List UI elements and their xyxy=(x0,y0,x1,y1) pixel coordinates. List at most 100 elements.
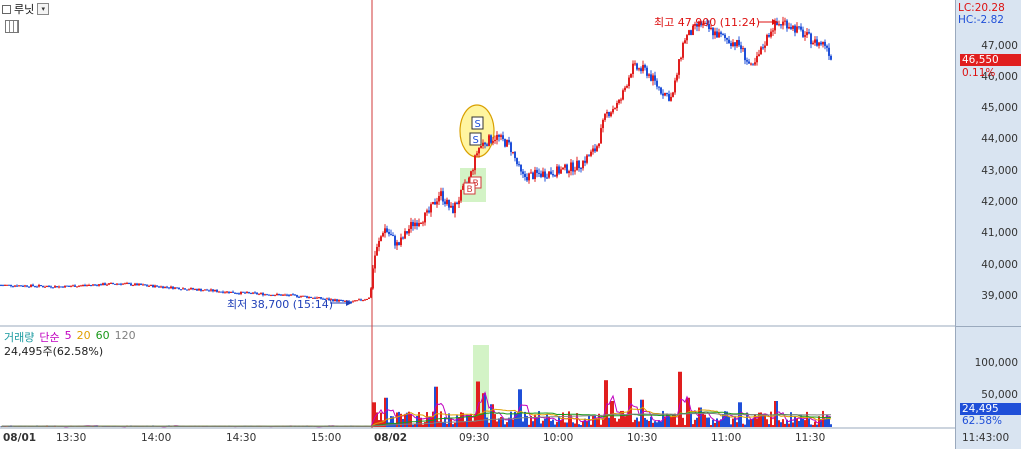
candle xyxy=(458,200,460,205)
candle xyxy=(748,61,750,64)
candle xyxy=(592,148,594,152)
candle xyxy=(556,166,558,177)
candle xyxy=(276,293,278,296)
candle xyxy=(88,284,90,286)
candle xyxy=(288,295,290,297)
candle xyxy=(488,135,490,146)
candle xyxy=(750,63,752,65)
candle xyxy=(426,210,428,213)
candle xyxy=(36,286,38,288)
candle xyxy=(546,177,548,179)
candle xyxy=(184,288,186,290)
candle xyxy=(658,86,660,88)
candle xyxy=(752,63,754,65)
candle xyxy=(714,31,716,36)
candle xyxy=(540,173,542,177)
chart-canvas: S S B B 최고 47,900 (11:24) 최저 38,700 (15:… xyxy=(0,0,1021,429)
candle xyxy=(476,153,478,156)
candle xyxy=(402,237,404,239)
candle xyxy=(554,175,556,177)
candle xyxy=(406,231,408,234)
candle xyxy=(220,291,222,293)
candle xyxy=(828,47,830,56)
volume-bar xyxy=(436,386,438,427)
ma-period-120[interactable]: 120 xyxy=(115,329,136,345)
volume-bar xyxy=(568,411,570,427)
volume-bar xyxy=(748,419,750,427)
candle xyxy=(518,164,520,166)
candle xyxy=(596,146,598,152)
candle xyxy=(42,285,44,287)
candle xyxy=(94,284,96,286)
candle xyxy=(114,283,116,285)
candle xyxy=(416,222,418,227)
candle xyxy=(82,285,84,287)
candle xyxy=(34,286,36,288)
candle xyxy=(550,171,552,175)
candle xyxy=(206,289,208,291)
candle xyxy=(738,40,740,46)
candle xyxy=(742,48,744,50)
candle xyxy=(452,205,454,214)
sell-signal-label: S xyxy=(475,119,481,130)
candle xyxy=(780,24,782,26)
volume-bar xyxy=(622,410,624,427)
candle xyxy=(796,26,798,33)
candle xyxy=(502,135,504,140)
candle xyxy=(758,54,760,56)
candle xyxy=(98,284,100,286)
candle xyxy=(800,26,802,30)
volume-bar xyxy=(560,420,562,427)
candle xyxy=(768,34,770,37)
candle xyxy=(760,47,762,55)
candle xyxy=(520,164,522,172)
candle xyxy=(182,288,184,290)
dropdown-icon[interactable]: ▾ xyxy=(37,3,50,15)
candle xyxy=(610,112,612,117)
lc-label: LC:20.28 xyxy=(958,2,1005,14)
volume-bar xyxy=(772,425,774,427)
volume-bar xyxy=(644,417,646,427)
candle xyxy=(368,297,370,300)
volume-bar xyxy=(512,419,514,427)
chart-window-icon[interactable] xyxy=(2,4,11,14)
candle xyxy=(422,222,424,224)
volume-bar xyxy=(476,381,478,427)
chart-title-bar: 루닛 ▾ xyxy=(2,2,50,16)
volume-bar xyxy=(614,418,616,427)
candle xyxy=(822,41,824,45)
candle xyxy=(734,42,736,47)
candle xyxy=(360,299,362,301)
candle xyxy=(552,174,554,176)
price-axis[interactable]: LC:20.28 HC:-2.82 47,000 46,000 45,000 4… xyxy=(955,0,1021,449)
candle xyxy=(566,164,568,174)
candle xyxy=(90,284,92,286)
volume-bar xyxy=(544,418,546,427)
candle xyxy=(578,160,580,169)
candle xyxy=(772,30,774,32)
candle xyxy=(214,289,216,292)
candle xyxy=(236,293,238,295)
volume-bar xyxy=(706,417,708,427)
candle xyxy=(60,286,62,288)
candle xyxy=(436,201,438,205)
grid-view-icon[interactable] xyxy=(5,20,19,33)
candle xyxy=(508,139,510,143)
candle xyxy=(400,237,402,246)
candle xyxy=(290,294,292,296)
candle xyxy=(496,134,498,140)
candle xyxy=(438,196,440,202)
candle xyxy=(584,160,586,163)
volume-bar xyxy=(678,371,680,427)
volume-bar xyxy=(496,421,498,427)
candle xyxy=(424,212,426,223)
candle xyxy=(660,87,662,94)
volume-bar xyxy=(692,424,694,427)
volume-bar xyxy=(450,418,452,427)
candle xyxy=(226,291,228,293)
time-tick: 10:00 xyxy=(543,432,574,444)
candle xyxy=(258,293,260,295)
candle xyxy=(418,223,420,227)
candle xyxy=(788,27,790,29)
candle xyxy=(102,283,104,286)
